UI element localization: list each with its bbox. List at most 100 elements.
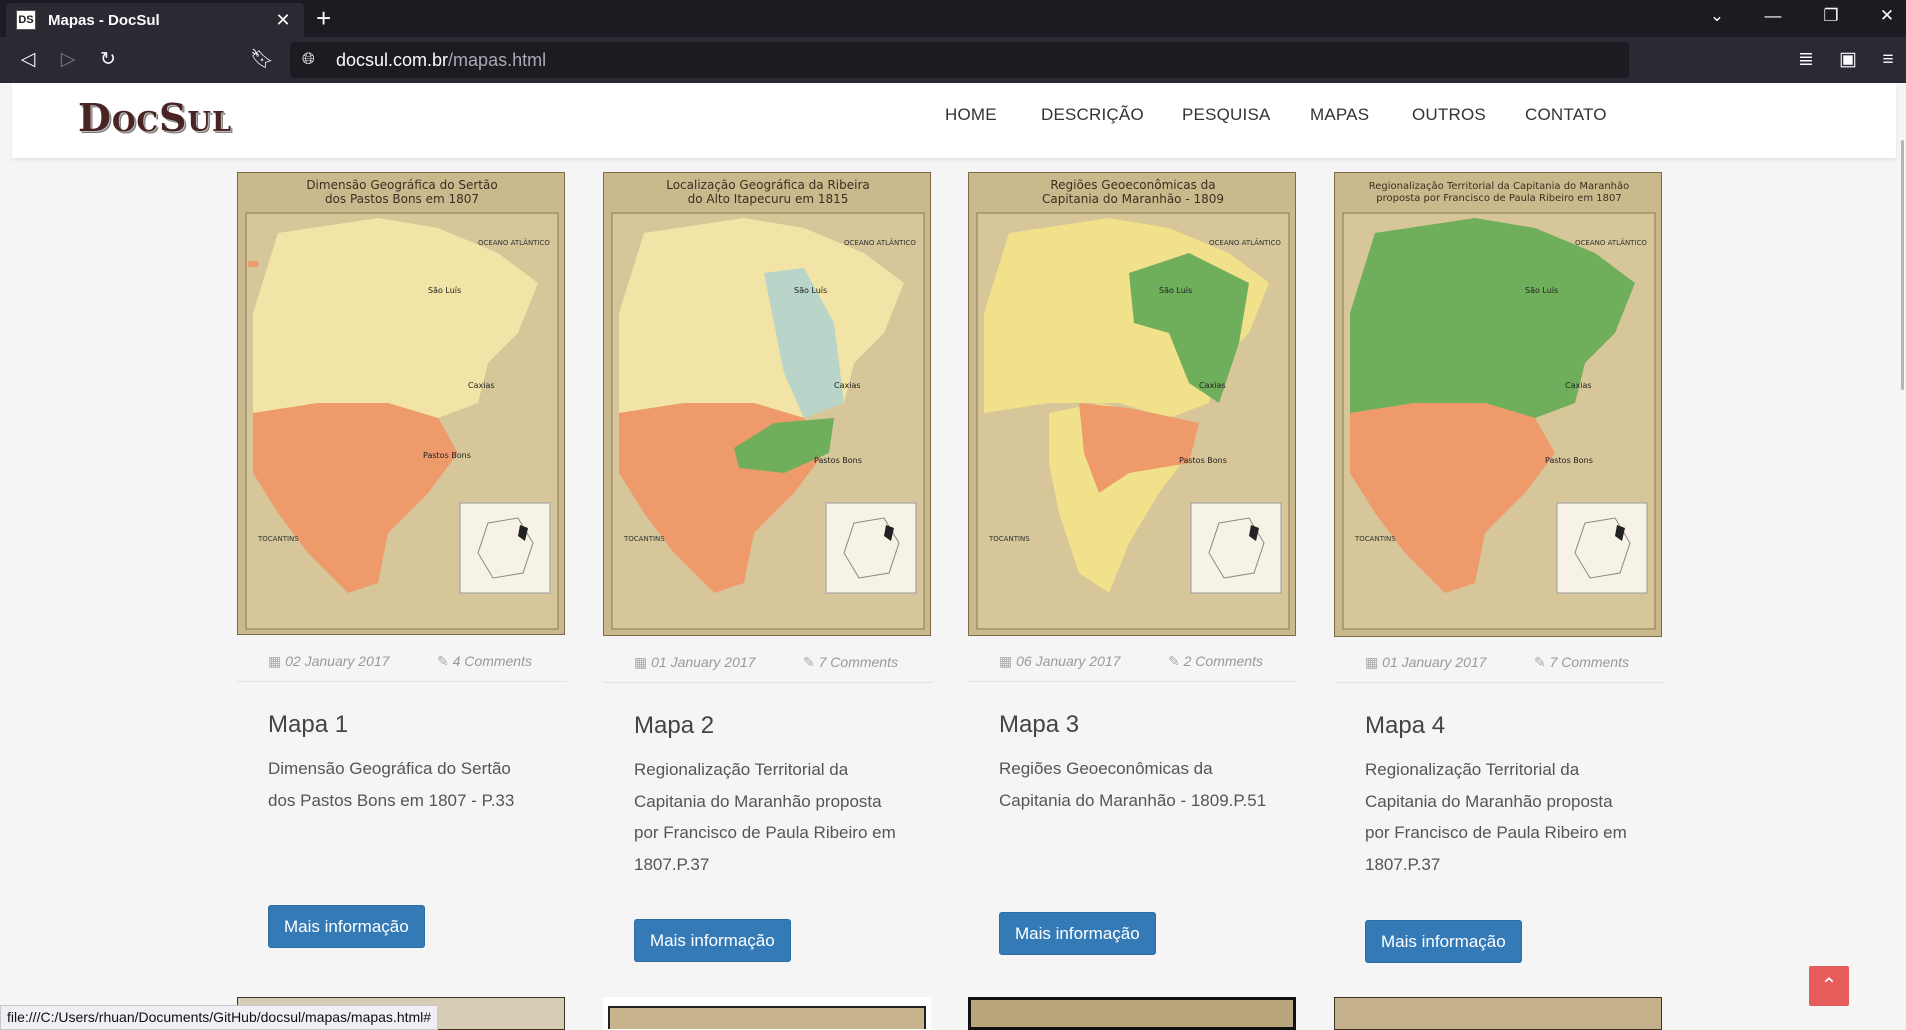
map-label-city: São Luís	[1525, 286, 1558, 295]
scroll-to-top-button[interactable]: ⌃	[1809, 966, 1849, 1006]
post-date: ▦ 06 January 2017	[999, 653, 1120, 670]
post-comments[interactable]: ✎ 7 Comments	[1534, 654, 1629, 671]
forward-icon[interactable]: ▷	[54, 47, 82, 73]
map-title-line: Capitania do Maranhão - 1809	[1042, 192, 1224, 206]
post-comments[interactable]: ✎ 4 Comments	[437, 653, 532, 670]
divider	[603, 682, 933, 683]
more-info-button[interactable]: Mais informação	[634, 919, 791, 962]
map-thumbnail-7[interactable]	[968, 997, 1296, 1030]
post-comments[interactable]: ✎ 2 Comments	[1168, 653, 1263, 670]
bookmark-icon[interactable]: 🔖︎	[248, 47, 276, 73]
post-date-text: 06 January 2017	[1016, 653, 1121, 669]
browser-tab[interactable]: DS Mapas - DocSul ✕	[6, 3, 304, 37]
close-tab-icon[interactable]: ✕	[272, 10, 294, 31]
reload-icon[interactable]: ↻	[94, 47, 122, 73]
calendar-icon: ▦	[268, 653, 282, 669]
map-label-ocean: OCEANO ATLÂNTICO	[1209, 238, 1281, 247]
map-title-line: Localização Geográfica da Ribeira	[666, 178, 870, 192]
post-meta: ▦ 01 January 2017 ✎ 7 Comments	[603, 651, 933, 675]
url-domain: docsul.com.br	[336, 49, 449, 70]
new-tab-icon[interactable]: +	[316, 4, 331, 32]
list-all-tabs-icon[interactable]: ⌄	[1702, 6, 1732, 26]
map-illustration-2: Localização Geográfica da Ribeira do Alt…	[604, 173, 930, 635]
minimize-icon[interactable]: —	[1758, 6, 1788, 26]
post-meta: ▦ 02 January 2017 ✎ 4 Comments	[237, 650, 567, 674]
post-date-text: 01 January 2017	[651, 654, 756, 670]
more-info-button[interactable]: Mais informação	[999, 912, 1156, 955]
card-title[interactable]: Mapa 1	[268, 711, 348, 739]
map-label-city: São Luís	[794, 286, 827, 295]
menu-outros[interactable]: OUTROS	[1412, 105, 1486, 125]
menu-contato[interactable]: CONTATO	[1525, 105, 1607, 125]
close-window-icon[interactable]: ✕	[1872, 6, 1902, 26]
post-date-text: 02 January 2017	[285, 653, 390, 669]
map-thumbnail-3[interactable]: Regiões Geoeconômicas da Capitania do Ma…	[968, 172, 1296, 636]
card-description: Dimensão Geográfica do Sertão dos Pastos…	[268, 759, 515, 810]
map-label-state: TOCANTINS	[1354, 535, 1396, 543]
card-description: Regionalização Territorial da Capitania …	[634, 760, 896, 874]
page-scrollbar[interactable]	[1901, 140, 1904, 390]
browser-tab-bar: DS Mapas - DocSul ✕ + ⌄ — ❐ ✕	[0, 0, 1906, 37]
map-title-line: dos Pastos Bons em 1807	[325, 192, 479, 206]
comments-text: 7 Comments	[818, 654, 898, 670]
tab-title: Mapas - DocSul	[48, 11, 160, 29]
card-title[interactable]: Mapa 2	[634, 712, 714, 740]
menu-descricao[interactable]: DESCRIÇÃO	[1041, 105, 1144, 125]
more-info-button[interactable]: Mais informação	[1365, 920, 1522, 963]
url-bar[interactable]: 🌐︎ docsul.com.br/mapas.html	[290, 42, 1629, 78]
map-illustration-3: Regiões Geoeconômicas da Capitania do Ma…	[969, 173, 1295, 635]
card-title[interactable]: Mapa 3	[999, 711, 1079, 739]
back-icon[interactable]: ◁	[14, 47, 42, 73]
status-bar: file:///C:/Users/rhuan/Documents/GitHub/…	[0, 1005, 439, 1030]
site-logo[interactable]: DocSul	[78, 95, 232, 140]
old-map-frame	[608, 1006, 926, 1029]
map-label-city: São Luís	[428, 286, 461, 295]
map-label-city: Caxias	[1565, 381, 1592, 390]
post-meta: ▦ 01 January 2017 ✎ 7 Comments	[1334, 651, 1664, 675]
more-info-button[interactable]: Mais informação	[268, 905, 425, 948]
map-illustration-4: Regionalização Territorial da Capitania …	[1335, 173, 1661, 636]
map-label-city: São Luís	[1159, 286, 1192, 295]
divider	[968, 681, 1298, 682]
card-description: Regionalização Territorial da Capitania …	[1365, 760, 1627, 874]
menu-home[interactable]: HOME	[945, 105, 997, 125]
menu-icon[interactable]: ≡	[1874, 47, 1902, 73]
site-header: DocSul HOME DESCRIÇÃO PESQUISA MAPAS OUT…	[12, 83, 1896, 158]
map-label-city: Caxias	[834, 381, 861, 390]
map-thumbnail-4[interactable]: Regionalização Territorial da Capitania …	[1334, 172, 1662, 637]
map-label-city: Pastos Bons	[1179, 456, 1227, 465]
divider	[1334, 682, 1664, 683]
map-label-ocean: OCEANO ATLÂNTICO	[844, 238, 916, 247]
map-label-state: TOCANTINS	[257, 535, 299, 543]
map-label-ocean: OCEANO ATLÂNTICO	[1575, 238, 1647, 247]
site-info-icon[interactable]: 🌐︎	[302, 51, 322, 69]
post-date: ▦ 01 January 2017	[634, 654, 755, 671]
restore-icon[interactable]: ❐	[1816, 6, 1846, 26]
map-label-city: Pastos Bons	[423, 451, 471, 460]
map-thumbnail-6[interactable]	[603, 997, 931, 1030]
url-path: /mapas.html	[448, 49, 547, 70]
url-text[interactable]: docsul.com.br/mapas.html	[336, 50, 546, 71]
map-label-city: Caxias	[1199, 381, 1226, 390]
map-title-line: Regionalização Territorial da Capitania …	[1369, 181, 1630, 192]
map-illustration-1: Dimensão Geográfica do Sertão dos Pastos…	[238, 173, 564, 634]
post-meta: ▦ 06 January 2017 ✎ 2 Comments	[968, 650, 1298, 674]
card-title[interactable]: Mapa 4	[1365, 712, 1445, 740]
map-label-ocean: OCEANO ATLÂNTICO	[478, 238, 550, 247]
map-label-city: Caxias	[468, 381, 495, 390]
browser-nav-bar: ◁ ▷ ↻ 🔖︎ 🌐︎ docsul.com.br/mapas.html ≣ ▣…	[0, 37, 1906, 83]
comment-icon: ✎	[1534, 654, 1546, 670]
post-comments[interactable]: ✎ 7 Comments	[803, 654, 898, 671]
menu-mapas[interactable]: MAPAS	[1310, 105, 1369, 125]
calendar-icon: ▦	[999, 653, 1013, 669]
map-label-state: TOCANTINS	[623, 535, 665, 543]
wallet-icon[interactable]: ▣	[1834, 47, 1862, 73]
reading-list-icon[interactable]: ≣	[1792, 47, 1820, 73]
menu-pesquisa[interactable]: PESQUISA	[1182, 105, 1271, 125]
map-thumbnail-2[interactable]: Localização Geográfica da Ribeira do Alt…	[603, 172, 931, 636]
map-thumbnail-1[interactable]: Dimensão Geográfica do Sertão dos Pastos…	[237, 172, 565, 635]
divider	[237, 681, 567, 682]
map-label-city: Pastos Bons	[814, 456, 862, 465]
post-date: ▦ 01 January 2017	[1365, 654, 1486, 671]
map-thumbnail-8[interactable]	[1334, 997, 1662, 1030]
